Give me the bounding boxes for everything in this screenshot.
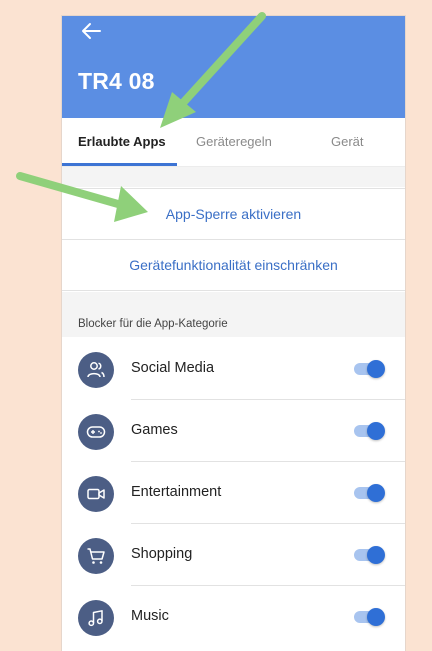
toggle-knob	[367, 360, 385, 378]
category-row-entertainment: Entertainment	[62, 462, 405, 524]
category-label: Music	[131, 608, 169, 624]
category-icon	[78, 476, 114, 512]
toggle-knob	[367, 484, 385, 502]
tab-allowed-apps[interactable]: Erlaubte Apps	[78, 118, 166, 166]
active-tab-indicator	[62, 163, 177, 166]
page-title: TR4 08	[78, 68, 155, 94]
category-toggle-social-media[interactable]	[354, 360, 385, 378]
category-toggle-entertainment[interactable]	[354, 484, 385, 502]
tab-device-rules[interactable]: Geräteregeln	[196, 118, 272, 166]
spacer	[62, 167, 405, 187]
category-icon	[78, 414, 114, 450]
category-toggle-games[interactable]	[354, 422, 385, 440]
category-icon	[78, 352, 114, 388]
category-label: Social Media	[131, 360, 215, 376]
toggle-knob	[367, 546, 385, 564]
toggle-knob	[367, 608, 385, 626]
category-icon	[78, 538, 114, 574]
category-icon	[78, 600, 114, 636]
category-row-shopping: Shopping	[62, 524, 405, 586]
tab-device[interactable]: Gerät	[331, 118, 364, 166]
category-label: Games	[131, 422, 178, 438]
app-lock-button[interactable]: App-Sperre aktivieren	[62, 188, 405, 240]
category-row-music: Music	[62, 586, 405, 648]
category-label: Shopping	[131, 546, 193, 562]
tab-bar: Erlaubte Apps Geräteregeln Gerät	[62, 118, 405, 167]
category-row-games: Games	[62, 400, 405, 462]
shopping-cart-icon	[87, 548, 105, 564]
category-label: Entertainment	[131, 484, 222, 500]
toggle-knob	[367, 422, 385, 440]
restrict-functionality-button[interactable]: Gerätefunktionalität einschränken	[62, 240, 405, 291]
app-screen: TR4 08 Erlaubte Apps Geräteregeln Gerät …	[62, 16, 405, 651]
section-header	[62, 292, 405, 337]
people-icon	[87, 362, 105, 378]
gamepad-icon	[86, 426, 106, 438]
section-label: Blocker für die App-Kategorie	[78, 318, 228, 330]
category-toggle-music[interactable]	[354, 608, 385, 626]
category-toggle-shopping[interactable]	[354, 546, 385, 564]
back-arrow-icon	[82, 23, 101, 39]
back-button[interactable]	[78, 20, 104, 42]
music-note-icon	[88, 610, 103, 627]
app-header: TR4 08	[62, 16, 405, 118]
category-row-social-media: Social Media	[62, 338, 405, 400]
video-camera-icon	[87, 488, 105, 500]
